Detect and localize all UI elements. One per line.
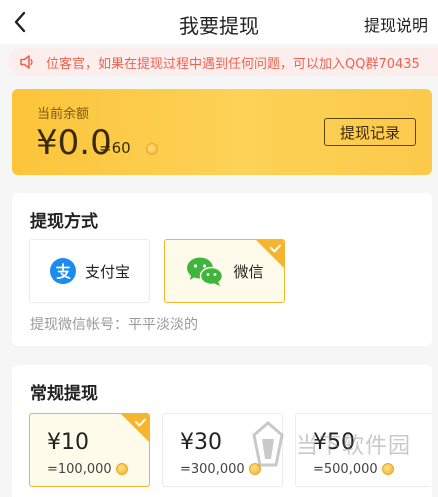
header-bar: 我要提现 提现说明 [0, 0, 438, 44]
notice-text: 位客官，如果在提现过程中遇到任何问题，可以加入QQ群70435 [46, 56, 420, 72]
alipay-label: 支付宝 [84, 262, 130, 281]
selected-check-icon [256, 240, 284, 268]
withdraw-method-section: 提现方式 支付宝 微信 提现微信帐号：平平淡淡的 [12, 193, 432, 346]
balance-coins: =60 [99, 139, 131, 157]
wechat-option[interactable]: 微信 [164, 239, 285, 303]
watermark: 当下软件园 [246, 414, 436, 474]
amount-option[interactable]: ¥10 =100,000 [29, 413, 150, 487]
withdraw-account-text: 提现微信帐号：平平淡淡的 [30, 317, 198, 333]
selected-check-icon [121, 414, 149, 442]
wechat-icon [187, 257, 224, 286]
balance-card: 当前余额 ¥0.0 =60 提现记录 [12, 89, 432, 175]
balance-label: 当前余额 [37, 107, 90, 122]
coin-icon [146, 143, 158, 155]
watermark-logo-icon [252, 421, 284, 467]
alipay-icon [49, 258, 76, 284]
amount-coins: =100,000 [47, 462, 112, 477]
alipay-option[interactable]: 支付宝 [29, 239, 150, 303]
withdraw-method-title: 提现方式 [30, 212, 98, 232]
amount-coins: =300,000 [180, 462, 245, 477]
speaker-icon [20, 55, 33, 69]
notice-banner: 位客官，如果在提现过程中遇到任何问题，可以加入QQ群70435 [8, 48, 438, 76]
withdraw-help-link[interactable]: 提现说明 [364, 12, 428, 36]
amount-value: ¥30 [180, 430, 222, 455]
normal-withdraw-title: 常规提现 [30, 384, 98, 404]
coin-icon [116, 463, 128, 475]
amount-value: ¥10 [47, 430, 89, 455]
watermark-text: 当下软件园 [296, 434, 412, 459]
withdraw-records-button[interactable]: 提现记录 [324, 118, 416, 146]
